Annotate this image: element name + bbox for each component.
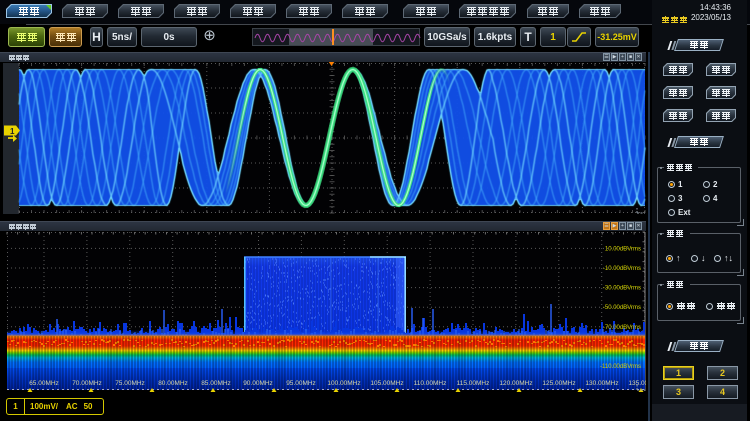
svg-text:-10.00dBVrms: -10.00dBVrms <box>603 266 641 272</box>
svg-text:115.00MHz: 115.00MHz <box>457 380 490 387</box>
svg-text:105.00MHz: 105.00MHz <box>370 380 403 387</box>
svg-text:125.00MHz: 125.00MHz <box>542 380 575 387</box>
svg-text:130.00MHz: 130.00MHz <box>585 380 618 387</box>
svg-text:75.00MHz: 75.00MHz <box>115 380 145 387</box>
svg-text:-30.00dBVrms: -30.00dBVrms <box>603 286 641 292</box>
svg-text:-110.00dBVrms: -110.00dBVrms <box>600 364 641 370</box>
svg-text:65.00MHz: 65.00MHz <box>29 380 59 387</box>
svg-text:95.00MHz: 95.00MHz <box>286 380 316 387</box>
svg-text:120.00MHz: 120.00MHz <box>499 380 532 387</box>
svg-text:100.00MHz: 100.00MHz <box>327 380 360 387</box>
svg-text:10.00dBVrms: 10.00dBVrms <box>605 246 641 252</box>
svg-text:70.00MHz: 70.00MHz <box>72 380 102 387</box>
svg-text:80.00MHz: 80.00MHz <box>158 380 188 387</box>
svg-text:110.00MHz: 110.00MHz <box>414 380 447 387</box>
svg-text:1: 1 <box>10 127 15 136</box>
svg-text:90.00MHz: 90.00MHz <box>243 380 273 387</box>
svg-text:-70.00dBVrms: -70.00dBVrms <box>603 325 641 331</box>
svg-text:85.00MHz: 85.00MHz <box>201 380 231 387</box>
svg-text:-50.00dBVrms: -50.00dBVrms <box>603 305 641 311</box>
